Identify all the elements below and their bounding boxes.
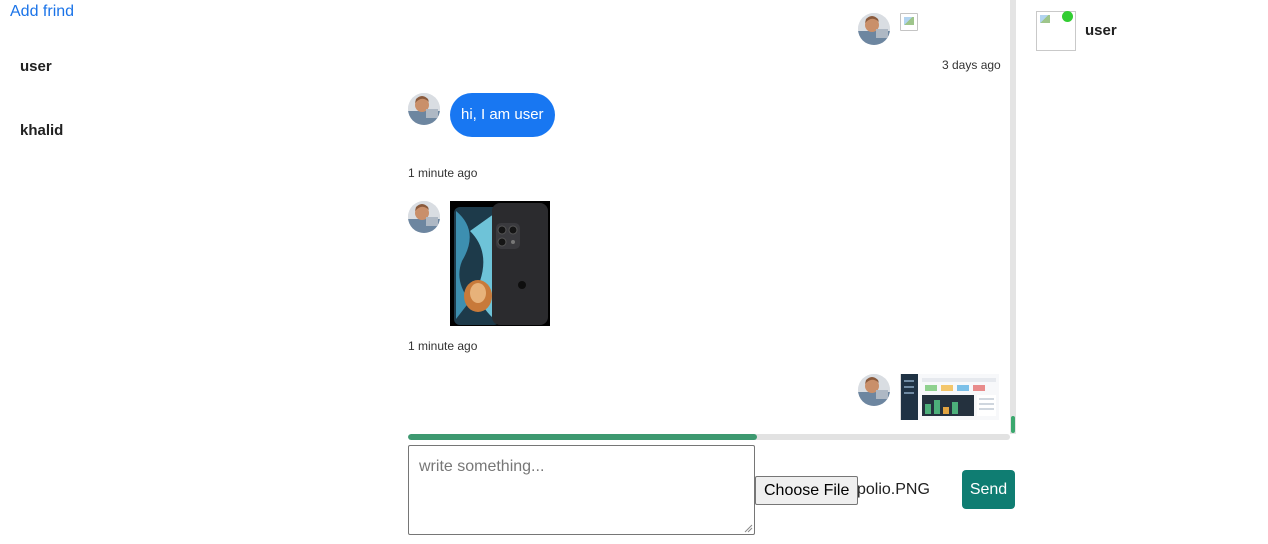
choose-file-button[interactable]: Choose File <box>755 476 859 505</box>
resize-grip-icon[interactable] <box>744 524 753 533</box>
profile-photo-icon <box>408 93 440 125</box>
active-user-name: user <box>1085 22 1117 39</box>
smartphone-photo[interactable] <box>450 201 550 326</box>
message-time: 1 minute ago <box>408 166 478 180</box>
avatar <box>408 201 440 233</box>
friend-item-khalid[interactable]: khalid <box>20 122 63 139</box>
profile-photo-icon <box>858 13 890 45</box>
profile-photo-icon <box>408 201 440 233</box>
message-input[interactable] <box>408 445 755 535</box>
broken-image-icon <box>900 13 918 31</box>
chat-scrollbar-thumb[interactable] <box>1011 416 1015 433</box>
message-time: 1 minute ago <box>408 339 478 353</box>
selected-file-name: polio.PNG <box>857 481 930 498</box>
add-friend-link[interactable]: Add frind <box>10 3 74 21</box>
profile-photo-icon <box>858 374 890 406</box>
chat-scrollbar[interactable] <box>1010 0 1016 434</box>
avatar <box>858 374 890 406</box>
online-status-dot <box>1062 11 1073 22</box>
upload-progress-fill <box>408 434 758 440</box>
friend-item-user[interactable]: user <box>20 58 52 75</box>
message-bubble: hi, I am user <box>450 93 555 137</box>
upload-progress-bar <box>408 434 1010 440</box>
broken-image-icon <box>1037 12 1055 30</box>
avatar <box>408 93 440 125</box>
dashboard-screenshot[interactable] <box>900 374 999 420</box>
avatar <box>858 13 890 45</box>
message-time: 3 days ago <box>942 58 1001 72</box>
send-button[interactable]: Send <box>962 470 1015 509</box>
